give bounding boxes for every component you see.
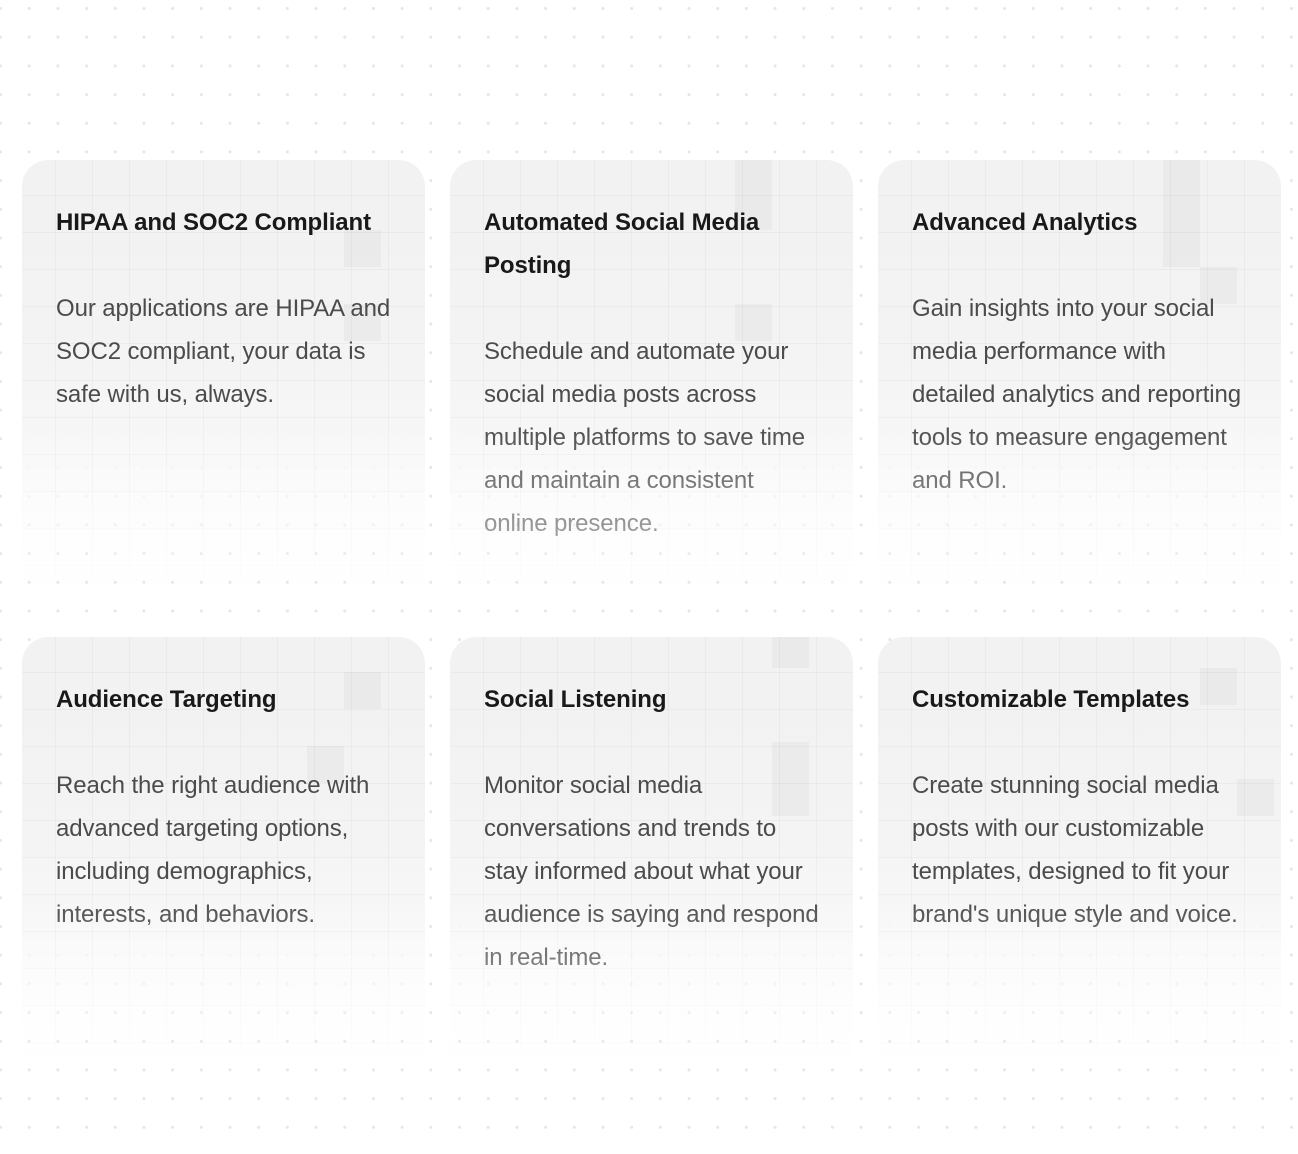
feature-card-automated-social-media-posting[interactable]: Automated Social Media Posting Schedule … — [450, 160, 853, 612]
feature-card-customizable-templates[interactable]: Customizable Templates Create stunning s… — [878, 637, 1281, 1083]
card-description: Monitor social media conversations and t… — [484, 772, 819, 971]
card-content: Customizable Templates Create stunning s… — [878, 637, 1281, 936]
card-title: Customizable Templates — [912, 686, 1190, 713]
card-title: HIPAA and SOC2 Compliant — [56, 209, 371, 236]
card-content: HIPAA and SOC2 Compliant Our application… — [22, 160, 425, 416]
card-title: Advanced Analytics — [912, 209, 1138, 236]
card-description: Reach the right audience with advanced t… — [56, 772, 370, 928]
feature-card-hipaa-and-soc2-compliant[interactable]: HIPAA and SOC2 Compliant Our application… — [22, 160, 425, 612]
card-description: Schedule and automate your social media … — [484, 338, 806, 537]
card-content: Advanced Analytics Gain insights into yo… — [878, 160, 1281, 502]
card-content: Social Listening Monitor social media co… — [450, 637, 853, 979]
card-content: Automated Social Media Posting Schedule … — [450, 160, 853, 545]
feature-card-social-listening[interactable]: Social Listening Monitor social media co… — [450, 637, 853, 1083]
card-title: Social Listening — [484, 686, 667, 713]
card-content: Audience Targeting Reach the right audie… — [22, 637, 425, 936]
feature-card-advanced-analytics[interactable]: Advanced Analytics Gain insights into yo… — [878, 160, 1281, 612]
card-title: Audience Targeting — [56, 686, 277, 713]
card-title: Automated Social Media Posting — [484, 209, 760, 279]
card-description: Create stunning social media posts with … — [912, 772, 1238, 928]
card-description: Gain insights into your social media per… — [912, 295, 1242, 494]
card-description: Our applications are HIPAA and SOC2 comp… — [56, 295, 391, 408]
feature-card-grid: HIPAA and SOC2 Compliant Our application… — [22, 160, 1285, 1083]
feature-card-audience-targeting[interactable]: Audience Targeting Reach the right audie… — [22, 637, 425, 1083]
